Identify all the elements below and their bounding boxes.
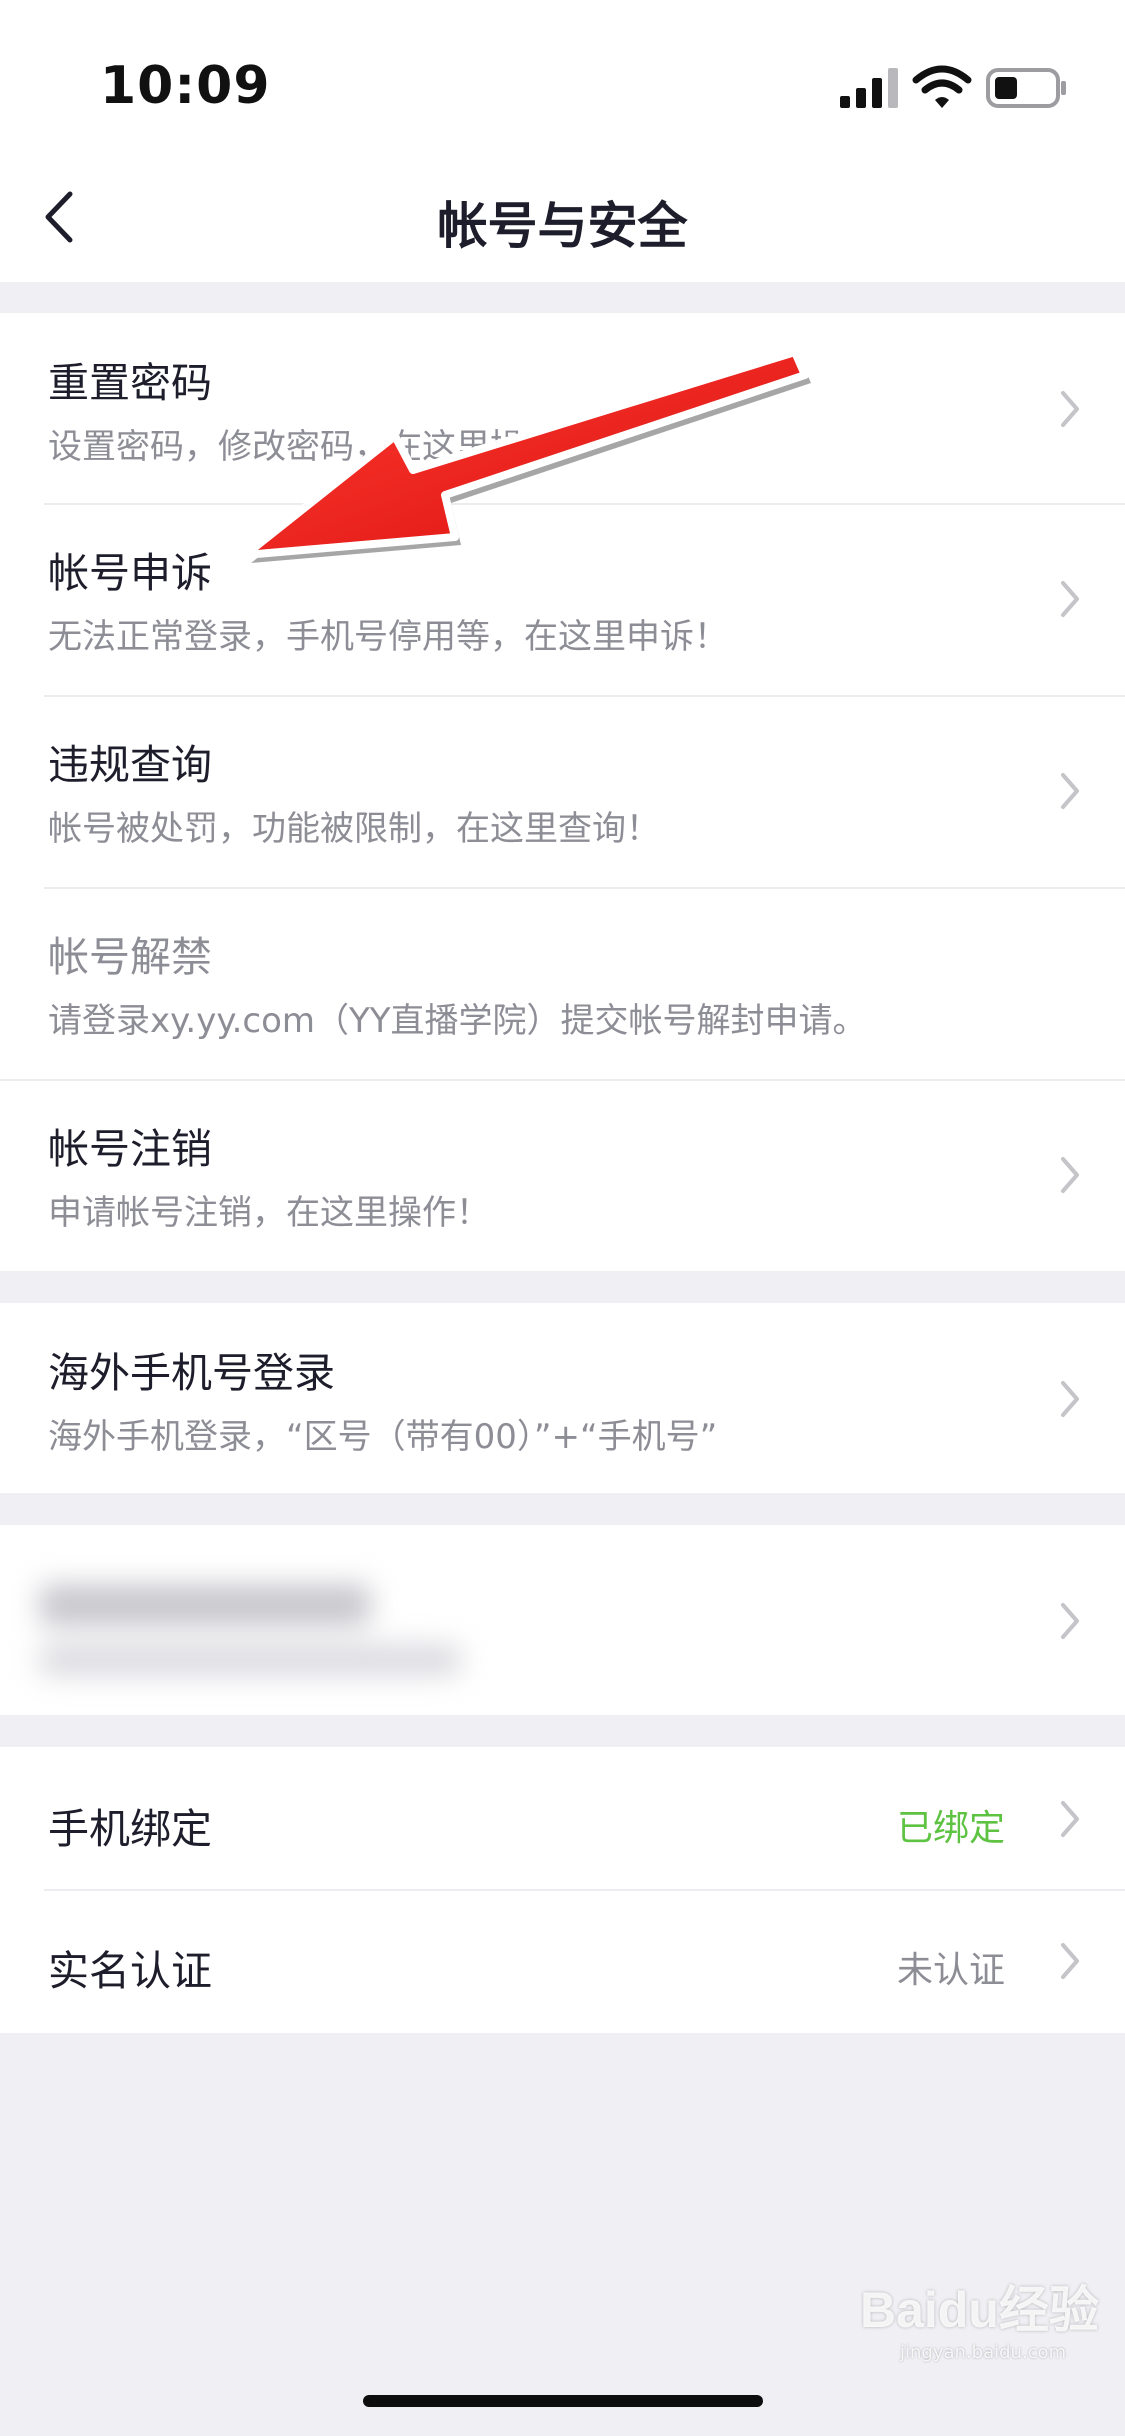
chevron-right-icon	[1061, 1157, 1079, 1193]
list-item-title: 帐号注销	[48, 1125, 212, 1173]
list-item-subtitle: 帐号被处罚，功能被限制，在这里查询！	[48, 809, 660, 849]
blurred-group	[0, 1525, 1125, 1715]
list-item-title: 重置密码	[48, 359, 212, 407]
battery-icon	[986, 68, 1066, 108]
list-item-subtitle: 设置密码，修改密码，在这里操作！	[48, 427, 592, 467]
chevron-right-icon	[1061, 773, 1079, 809]
chevron-right-icon	[1061, 1603, 1079, 1639]
binding-group: 手机绑定 已绑定 实名认证 未认证	[0, 1747, 1125, 2033]
list-item-title: 海外手机号登录	[48, 1349, 335, 1397]
list-item-title: 帐号申诉	[48, 549, 212, 597]
list-item-phone-binding[interactable]: 手机绑定 已绑定	[0, 1747, 1125, 1889]
watermark-subtext: jingyan.baidu.com	[900, 2342, 1067, 2363]
list-item-title: 帐号解禁	[48, 933, 212, 981]
list-item-blurred[interactable]	[0, 1525, 1125, 1715]
account-security-group: 重置密码 设置密码，修改密码，在这里操作！ 帐号申诉 无法正常登录，手机号停用等…	[0, 313, 1125, 1271]
list-item-subtitle: 请登录xy.yy.com（YY直播学院）提交帐号解封申请。	[48, 1001, 867, 1041]
list-item-title: 违规查询	[48, 741, 212, 789]
verification-status: 未认证	[896, 1950, 1005, 1991]
home-indicator[interactable]	[363, 2395, 763, 2407]
list-item-title: 手机绑定	[48, 1805, 212, 1853]
list-item-subtitle: 申请帐号注销，在这里操作！	[48, 1193, 490, 1233]
list-item-violation-query[interactable]: 违规查询 帐号被处罚，功能被限制，在这里查询！	[0, 697, 1125, 887]
list-item-real-name-verification[interactable]: 实名认证 未认证	[0, 1891, 1125, 2033]
watermark-text: Baidu经验	[860, 2282, 1099, 2338]
navigation-bar: 帐号与安全	[0, 150, 1125, 282]
status-time: 10:09	[100, 56, 271, 116]
list-item-account-deletion[interactable]: 帐号注销 申请帐号注销，在这里操作！	[0, 1081, 1125, 1271]
chevron-right-icon	[1061, 391, 1079, 427]
phone-binding-status: 已绑定	[896, 1808, 1005, 1849]
list-item-reset-password[interactable]: 重置密码 设置密码，修改密码，在这里操作！	[0, 313, 1125, 503]
page-title: 帐号与安全	[437, 197, 688, 255]
wifi-icon	[912, 65, 972, 108]
cellular-signal-icon	[840, 68, 898, 108]
chevron-right-icon	[1061, 1381, 1079, 1417]
chevron-right-icon	[1061, 1943, 1079, 1979]
list-item-subtitle: 海外手机登录，“区号（带有00）”+“手机号”	[48, 1417, 718, 1457]
list-item-overseas-phone-login[interactable]: 海外手机号登录 海外手机登录，“区号（带有00）”+“手机号”	[0, 1303, 1125, 1493]
overseas-login-group: 海外手机号登录 海外手机登录，“区号（带有00）”+“手机号”	[0, 1303, 1125, 1493]
chevron-right-icon	[1061, 581, 1079, 617]
chevron-right-icon	[1061, 1801, 1079, 1837]
list-item-account-unban: 帐号解禁 请登录xy.yy.com（YY直播学院）提交帐号解封申请。	[0, 889, 1125, 1079]
list-item-subtitle: 无法正常登录，手机号停用等，在这里申诉！	[48, 617, 728, 657]
status-bar: 10:09	[0, 0, 1125, 150]
blurred-content	[10, 1545, 480, 1705]
baidu-watermark: Baidu经验 jingyan.baidu.com	[860, 2270, 1099, 2363]
list-item-account-appeal[interactable]: 帐号申诉 无法正常登录，手机号停用等，在这里申诉！	[0, 505, 1125, 695]
list-item-title: 实名认证	[48, 1947, 212, 1995]
